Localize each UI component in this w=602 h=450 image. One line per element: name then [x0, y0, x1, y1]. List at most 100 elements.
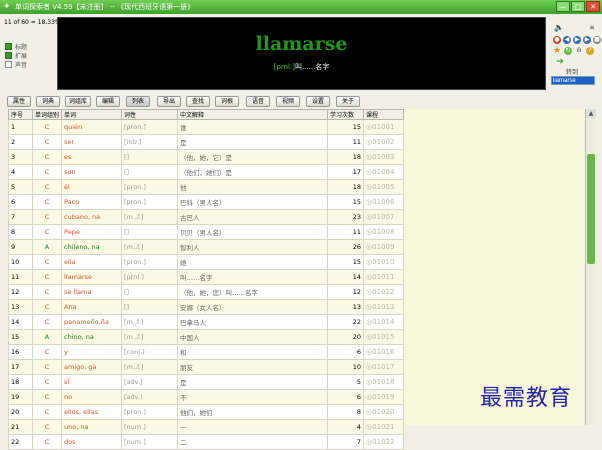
row-word: se llama: [61, 284, 123, 300]
table-row[interactable]: 4 Cson[] （他们，她们）是 17 ◎01004: [8, 164, 405, 180]
checkbox-title[interactable]: [5, 43, 12, 50]
table-row[interactable]: 11 Cllamarse [prnl.] 叫……名字 14 ◎01011: [8, 269, 405, 285]
goto-arrow-icon[interactable]: ➔: [556, 58, 564, 67]
row-seq: 9: [8, 239, 33, 255]
table-row[interactable]: 1 Cquién [pron.] 谁 15 ◎01001: [8, 119, 405, 135]
row-meaning: 叫……名字: [177, 269, 329, 285]
row-count: 15: [327, 194, 365, 210]
option-label: 扩展: [15, 53, 28, 60]
table-row[interactable]: 7 Ccubano, na [m.,f.] 古巴人 23 ◎01007: [8, 209, 405, 225]
column-header-pos[interactable]: 词性: [121, 109, 179, 120]
speaker-icon[interactable]: 🔈: [554, 24, 564, 32]
toolbar-button-phrasebook[interactable]: 词组库: [65, 96, 91, 107]
row-group: C: [31, 269, 63, 285]
table-row[interactable]: 20 Cellos, ellas [pron.] 他们，她们 8 ◎01020: [8, 404, 405, 420]
column-header-lesson[interactable]: 课程: [363, 109, 405, 120]
vertical-scrollbar[interactable]: ▲: [585, 109, 596, 425]
table-row[interactable]: 21 Cuno, na [num.] 一 4 ◎01021: [8, 419, 405, 435]
option-extend[interactable]: 扩展: [5, 51, 27, 60]
row-pos: [m.,f.]: [121, 239, 179, 255]
row-lesson: ◎01004: [363, 164, 405, 180]
sound-wave-icon[interactable]: ılı: [575, 47, 583, 55]
repeat-icon[interactable]: ↻: [564, 47, 572, 55]
row-group: C: [31, 389, 63, 405]
table-row[interactable]: 17 Camigo, ga [m.,f.] 朋友 10 ◎01017: [8, 359, 405, 375]
row-seq: 3: [8, 149, 33, 165]
play-icon[interactable]: ▶: [573, 36, 581, 44]
table-row[interactable]: 2 Cser [intr.] 是 11 ◎01002: [8, 134, 405, 150]
toolbar-button-list[interactable]: 列表: [126, 96, 150, 107]
minimize-button[interactable]: —: [556, 1, 570, 12]
toolbar-button-properties[interactable]: 属性: [7, 96, 31, 107]
stop-icon[interactable]: ■: [593, 36, 601, 44]
toolbar-button-settings[interactable]: 设置: [306, 96, 330, 107]
help-icon[interactable]: ?: [586, 47, 594, 55]
row-count: 13: [327, 299, 365, 315]
table-row[interactable]: 22 Cdos [num.] 二 7 ◎01022: [8, 434, 405, 450]
row-word: Paco: [61, 194, 123, 210]
table-row[interactable]: 9 Achileno, na [m.,f.] 智利人 26 ◎01009: [8, 239, 405, 255]
prev-icon[interactable]: ◀: [563, 36, 571, 44]
close-button[interactable]: ✕: [586, 1, 600, 12]
toolbar-button-search[interactable]: 查找: [186, 96, 210, 107]
row-pos: [conj.]: [121, 344, 179, 360]
scroll-up-icon[interactable]: ▲: [586, 109, 596, 118]
star-icon[interactable]: ★: [553, 47, 561, 56]
row-count: 15: [327, 254, 365, 270]
maximize-button[interactable]: □: [571, 1, 585, 12]
scroll-thumb[interactable]: [587, 154, 595, 264]
option-title[interactable]: 标题: [5, 42, 27, 51]
row-pos: []: [121, 284, 179, 300]
row-meaning: 不: [177, 389, 329, 405]
column-header-word[interactable]: 单词: [61, 109, 123, 120]
table-row[interactable]: 14 Cpanameño,ña [m.,f.] 巴拿马人 22 ◎01014: [8, 314, 405, 330]
column-header-group[interactable]: 单词组别: [31, 109, 63, 120]
row-lesson: ◎01010: [363, 254, 405, 270]
row-meaning: 他: [177, 179, 329, 195]
column-header-meaning[interactable]: 中文解释: [177, 109, 329, 120]
toolbar-button-edit[interactable]: 编辑: [96, 96, 120, 107]
row-count: 18: [327, 149, 365, 165]
column-header-count[interactable]: 学习次数: [327, 109, 365, 120]
table-row[interactable]: 8 C Pepe[] 贝贝（男人名） 11 ◎01008: [8, 224, 405, 240]
checkbox-extend[interactable]: [5, 52, 12, 59]
row-seq: 19: [8, 389, 33, 405]
row-word: ellos, ellas: [61, 404, 123, 420]
toolbar-button-about[interactable]: 关于: [336, 96, 360, 107]
table-row[interactable]: 5 Cél [pron.] 他 18 ◎01005: [8, 179, 405, 195]
row-seq: 7: [8, 209, 33, 225]
table-row[interactable]: 13 C Ana[] 安娜（女人名） 13 ◎01013: [8, 299, 405, 315]
row-group: C: [31, 254, 63, 270]
row-lesson: ◎01005: [363, 179, 405, 195]
table-row[interactable]: 16 Cy [conj.] 和 6 ◎01016: [8, 344, 405, 360]
toolbar-button-video[interactable]: 视频: [276, 96, 300, 107]
option-sound[interactable]: 声音: [5, 60, 27, 69]
row-group: C: [31, 299, 63, 315]
table-row[interactable]: 18 Csí [adv.] 是 5 ◎01018: [8, 374, 405, 390]
row-lesson: ◎01022: [363, 434, 405, 450]
row-seq: 1: [8, 119, 33, 135]
record-icon[interactable]: ●: [553, 36, 561, 44]
row-pos: [prnl.]: [121, 269, 179, 285]
toolbar-button-voice[interactable]: 语音: [246, 96, 270, 107]
list-icon[interactable]: ≡: [588, 24, 596, 32]
column-header-seq[interactable]: 序号: [8, 109, 33, 120]
row-lesson: ◎01008: [363, 224, 405, 240]
toolbar: 属性 词典 词组库 编辑 列表 导出 查找 词根 语音 视频 设置 关于: [0, 94, 602, 108]
row-count: 5: [327, 374, 365, 390]
toolbar-button-dictionary[interactable]: 词典: [36, 96, 60, 107]
table-row[interactable]: 6 C Paco [pron.] 巴科（男人名） 15 ◎01006: [8, 194, 405, 210]
checkbox-sound[interactable]: [5, 61, 12, 68]
table-row[interactable]: 10 Cella [pron.] 她 15 ◎01010: [8, 254, 405, 270]
goto-input[interactable]: [551, 76, 595, 85]
table-row[interactable]: 12 Cse llama[] （他，她，您）叫……名字 12 ◎01012: [8, 284, 405, 300]
toolbar-button-root[interactable]: 词根: [215, 96, 239, 107]
row-seq: 10: [8, 254, 33, 270]
table-row[interactable]: 19 Cno [adv.] 不 6 ◎01019: [8, 389, 405, 405]
next-icon[interactable]: ▶: [583, 36, 591, 44]
table-row[interactable]: 3 Ces[] （他，她，它）是 18 ◎01003: [8, 149, 405, 165]
toolbar-button-export[interactable]: 导出: [157, 96, 181, 107]
row-seq: 17: [8, 359, 33, 375]
table-row[interactable]: 15 Achino, na [m.,f.] 中国人 20 ◎01015: [8, 329, 405, 345]
row-word: llamarse: [61, 269, 123, 285]
